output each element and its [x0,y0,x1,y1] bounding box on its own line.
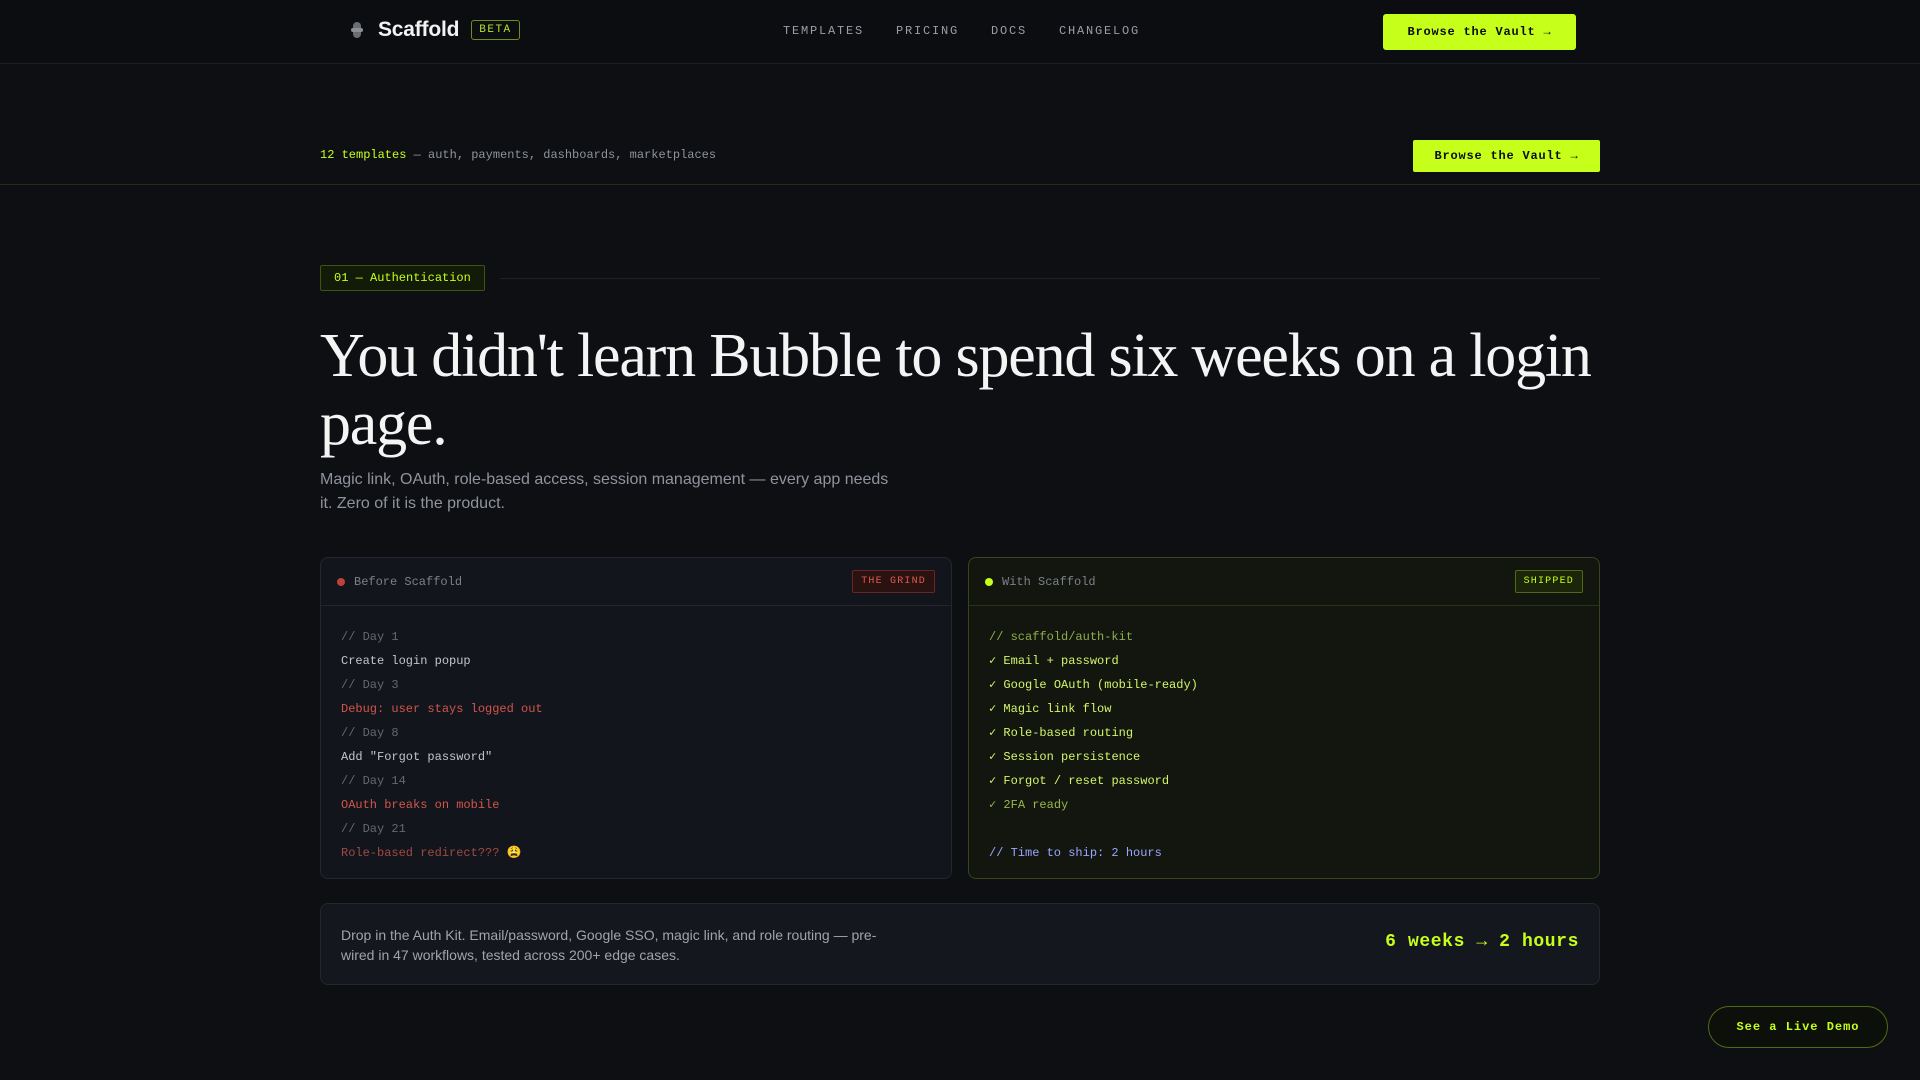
after-card-title: With Scaffold [1002,574,1096,589]
browse-vault-button[interactable]: Browse the Vault → [1383,14,1576,50]
result-bar: Drop in the Auth Kit. Email/password, Go… [320,903,1600,985]
status-dot-red-icon [337,577,345,586]
top-nav: Scaffold BETA TEMPLATES PRICING DOCS CHA… [0,0,1920,64]
code-line: Add "Forgot password" [341,750,493,764]
beta-badge: BETA [471,20,520,40]
arrow-right-icon: → [1543,25,1552,39]
nav-link-pricing[interactable]: PRICING [896,24,959,38]
code-spacer [989,817,1579,841]
browse-vault-label: Browse the Vault [1407,25,1536,39]
result-description: Drop in the Auth Kit. Email/password, Go… [341,927,877,963]
nav-link-templates[interactable]: TEMPLATES [783,24,864,38]
brand-name: Scaffold [378,18,460,41]
code-line: Create login popup [341,654,471,668]
grind-badge: THE GRIND [852,570,935,593]
page-headline: You didn't learn Bubble to spend six wee… [320,322,1592,458]
nav-link-changelog[interactable]: CHANGELOG [1059,24,1140,38]
scaffold-logo-icon [351,22,363,38]
after-card: With Scaffold SHIPPED // scaffold/auth-k… [968,557,1600,879]
status-dot-green-icon [985,577,993,586]
ship-time-comment: // Time to ship: 2 hours [989,846,1162,860]
code-line: // Day 3 [341,678,399,692]
code-line: OAuth breaks on mobile [341,798,500,812]
code-line: // Day 21 [341,822,406,836]
before-card-header: Before Scaffold THE GRIND [321,558,951,606]
before-card-title: Before Scaffold [354,574,463,589]
checklist-item: ✓ Session persistence [989,750,1141,764]
after-code-block: // scaffold/auth-kit ✓ Email + password … [969,606,1599,865]
nav-links: TEMPLATES PRICING DOCS CHANGELOG [783,24,1140,38]
template-count: 12 templates [320,148,407,162]
template-summary: 12 templates — auth, payments, dashboard… [320,148,716,162]
before-card: Before Scaffold THE GRIND // Day 1 Creat… [320,557,952,879]
checklist-item: ✓ Magic link flow [989,702,1112,716]
code-line: Debug: user stays logged out [341,702,543,716]
nav-link-docs[interactable]: DOCS [991,24,1027,38]
template-bar [0,64,1920,185]
page-subheadline: Magic link, OAuth, role-based access, se… [320,471,889,512]
section-divider [500,278,1600,279]
result-metric: 6 weeks → 2 hours [1385,932,1579,952]
code-line: // scaffold/auth-kit [989,630,1134,644]
section-tag: 01 — Authentication [320,265,485,291]
checklist-item: ✓ Google OAuth (mobile-ready) [989,678,1198,692]
code-line: // Day 1 [341,630,399,644]
before-code-block: // Day 1 Create login popup // Day 3 Deb… [321,606,951,865]
after-card-header: With Scaffold SHIPPED [969,558,1599,606]
code-line: // Day 14 [341,774,406,788]
brand[interactable]: Scaffold BETA [350,18,520,42]
checklist-item: ✓ Role-based routing [989,726,1134,740]
template-categories: — auth, payments, dashboards, marketplac… [406,148,717,162]
browse-vault-secondary-button[interactable]: Browse the Vault → [1413,140,1600,172]
code-line: Role-based redirect??? 😩 [341,846,522,860]
checklist-item: ✓ 2FA ready [989,798,1069,812]
code-line: // Day 8 [341,726,399,740]
checklist-item: ✓ Email + password [989,654,1119,668]
checklist-item: ✓ Forgot / reset password [989,774,1170,788]
shipped-badge: SHIPPED [1514,570,1583,593]
live-demo-button[interactable]: See a Live Demo [1708,1006,1888,1048]
